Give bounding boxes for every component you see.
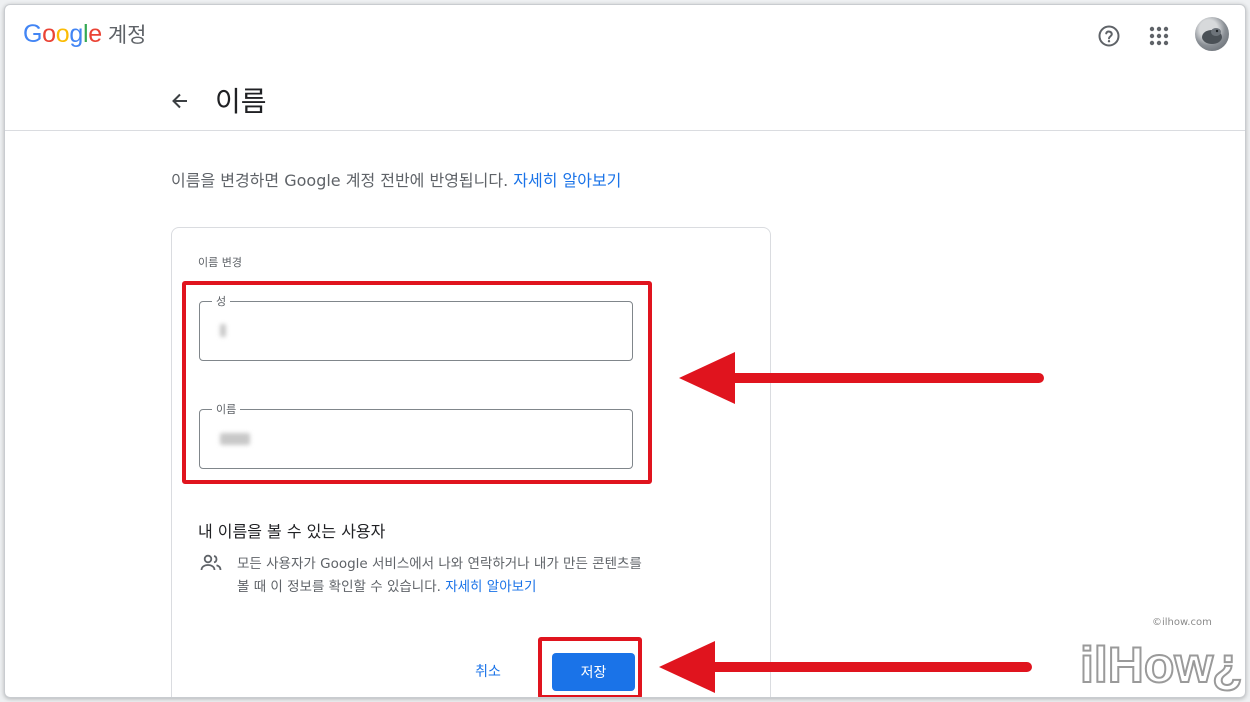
ilhow-watermark: ©ilhow.com ilHow ¿	[1078, 612, 1248, 694]
product-name: 계정	[107, 23, 147, 47]
avatar-image	[1202, 28, 1222, 44]
back-button[interactable]	[170, 91, 190, 115]
page-title: 이름	[215, 85, 267, 118]
card-heading: 이름 변경	[198, 256, 242, 269]
name-fields-highlight	[182, 281, 652, 484]
apps-icon	[1149, 26, 1169, 46]
watermark-brand: ilHow	[1080, 637, 1213, 692]
intro-text: 이름을 변경하면 Google 계정 전반에 반영됩니다. 자세히 알아보기	[171, 167, 621, 191]
google-account-logo[interactable]: Google 계정	[23, 19, 147, 49]
help-button[interactable]	[1093, 20, 1125, 52]
logo-letter: o	[55, 20, 70, 48]
logo-letter: g	[69, 20, 83, 48]
apps-button[interactable]	[1143, 20, 1175, 52]
help-icon	[1098, 25, 1120, 47]
intro-message: 이름을 변경하면 Google 계정 전반에 반영됩니다.	[171, 171, 509, 190]
svg-text:¿: ¿	[1212, 637, 1243, 692]
arrow-left-icon	[679, 352, 1044, 404]
arrow-left-icon	[659, 641, 1032, 693]
account-avatar[interactable]	[1195, 17, 1229, 51]
cancel-button[interactable]: 취소	[462, 653, 514, 689]
learn-more-link[interactable]: 자세히 알아보기	[513, 171, 621, 190]
people-icon	[200, 554, 222, 571]
save-button-highlight	[538, 637, 642, 697]
browser-page: Google 계정 이름 이름을 변경하면 Google 계정 전반에 반영됩니…	[4, 4, 1246, 698]
logo-letter: o	[42, 20, 56, 48]
arrow-back-icon	[172, 93, 187, 109]
logo-letter: e	[88, 20, 102, 48]
watermark-site: ©ilhow.com	[1152, 617, 1212, 628]
visibility-text: 모든 사용자가 Google 서비스에서 나와 연락하거나 내가 만든 콘텐츠를…	[237, 556, 642, 595]
logo-letter: G	[23, 20, 43, 48]
google-logo: Google	[23, 20, 102, 49]
visibility-description: 모든 사용자가 Google 서비스에서 나와 연락하거나 내가 만든 콘텐츠를…	[237, 553, 647, 599]
top-app-bar: Google 계정 이름	[5, 5, 1245, 131]
visibility-title: 내 이름을 볼 수 있는 사용자	[198, 522, 386, 541]
visibility-learn-more-link[interactable]: 자세히 알아보기	[445, 579, 536, 595]
ilhow-logo: ©ilhow.com ilHow ¿	[1079, 617, 1244, 694]
